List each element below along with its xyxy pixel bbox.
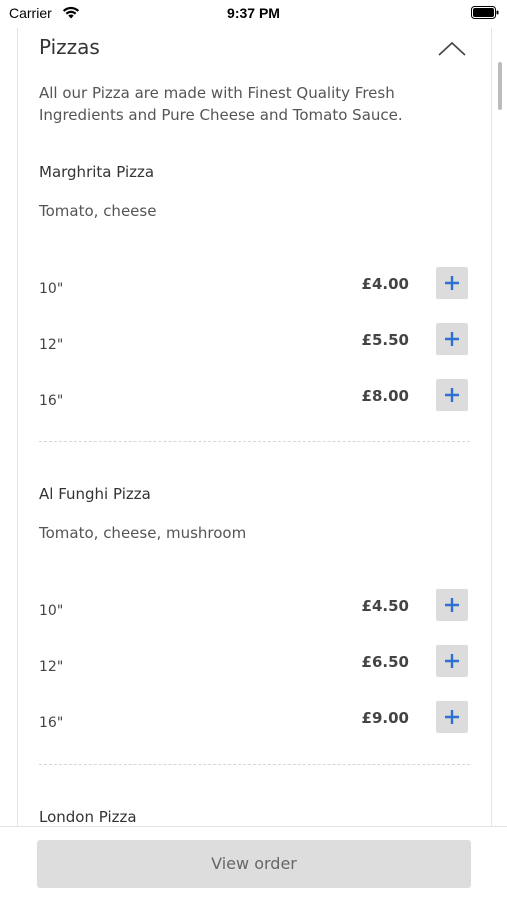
- add-button[interactable]: [436, 589, 468, 621]
- clock: 9:37 PM: [227, 5, 280, 21]
- price: £6.50: [361, 653, 409, 671]
- section-title: Pizzas: [39, 35, 100, 59]
- price: £9.00: [361, 709, 409, 727]
- plus-icon: [445, 598, 459, 612]
- plus-icon: [445, 710, 459, 724]
- item-ingredients: Tomato, cheese, mushroom: [39, 524, 247, 542]
- price: £8.00: [361, 387, 409, 405]
- item-name: London Pizza: [39, 808, 137, 826]
- size-label: 16": [39, 393, 64, 409]
- item-name: Marghrita Pizza: [39, 163, 155, 181]
- plus-icon: [445, 654, 459, 668]
- item-divider: [39, 764, 470, 765]
- item-name: Al Funghi Pizza: [39, 485, 151, 503]
- plus-icon: [445, 388, 459, 402]
- price: £4.50: [361, 597, 409, 615]
- add-button[interactable]: [436, 323, 468, 355]
- view-order-button[interactable]: View order: [37, 840, 471, 888]
- plus-icon: [445, 332, 459, 346]
- plus-icon: [445, 276, 459, 290]
- add-button[interactable]: [436, 701, 468, 733]
- battery-icon: [471, 6, 499, 19]
- scrollbar[interactable]: [498, 62, 502, 110]
- status-bar: Carrier 9:37 PM: [0, 0, 507, 28]
- footer-bar: View order: [0, 826, 507, 901]
- size-label: 10": [39, 603, 64, 619]
- chevron-up-icon: [438, 41, 466, 56]
- size-label: 12": [39, 337, 64, 353]
- item-ingredients: Tomato, cheese: [39, 202, 157, 220]
- section-description: All our Pizza are made with Finest Quali…: [39, 84, 403, 124]
- menu-section-card: Pizzas All our Pizza are made with Fines…: [17, 10, 492, 841]
- add-button[interactable]: [436, 645, 468, 677]
- add-button[interactable]: [436, 379, 468, 411]
- size-label: 16": [39, 715, 64, 731]
- size-label: 12": [39, 659, 64, 675]
- price: £4.00: [361, 275, 409, 293]
- price: £5.50: [361, 331, 409, 349]
- collapse-button[interactable]: [436, 39, 468, 59]
- item-divider: [39, 441, 470, 442]
- add-button[interactable]: [436, 267, 468, 299]
- size-label: 10": [39, 281, 64, 297]
